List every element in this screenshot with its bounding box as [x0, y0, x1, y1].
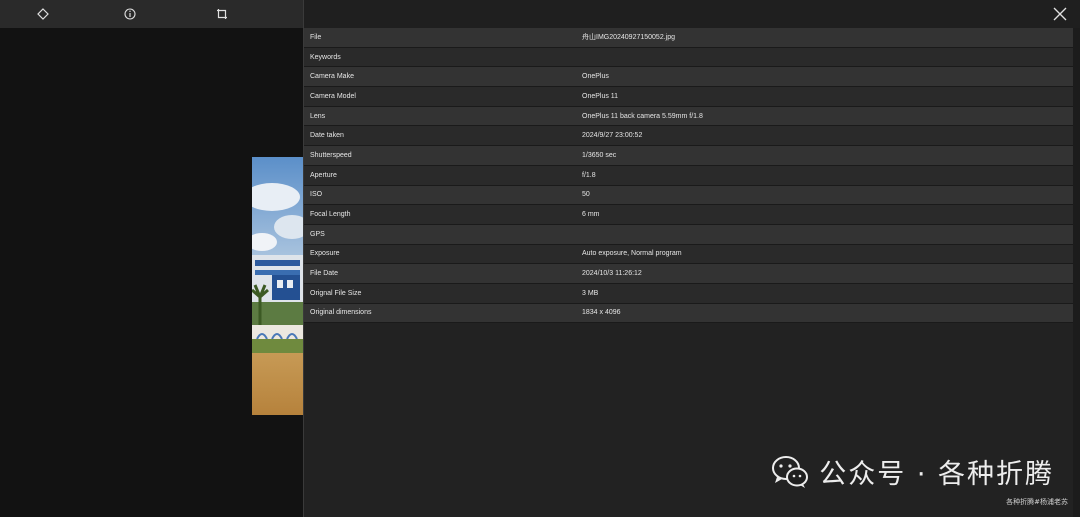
exif-key: Orignal File Size — [310, 289, 362, 297]
table-row: File Date 2024/10/3 11:26:12 — [304, 264, 1073, 284]
crop-icon[interactable] — [212, 4, 232, 24]
exif-key: Shutterspeed — [310, 151, 352, 159]
close-icon[interactable] — [1052, 6, 1068, 22]
exif-key: Exposure — [310, 250, 340, 258]
exif-key: Camera Make — [310, 73, 354, 81]
table-row: Original dimensions 1834 x 4096 — [304, 303, 1073, 324]
exif-key: File — [310, 33, 322, 41]
exif-value: 2024/9/27 23:00:52 — [582, 132, 643, 140]
exif-key: ISO — [310, 191, 323, 199]
app-window: File 舟山IMG20240927150052.jpg Keywords Camer… — [0, 0, 1080, 517]
exif-key: Focal Length — [310, 211, 351, 219]
table-row: File 舟山IMG20240927150052.jpg — [304, 28, 1073, 48]
exif-value: f/1.8 — [582, 171, 596, 179]
table-row: Exposure Auto exposure, Normal program — [304, 244, 1073, 265]
table-row: ISO 50 — [304, 185, 1073, 206]
exif-key: File Date — [310, 270, 339, 278]
exif-value: OnePlus 11 back camera 5.59mm f/1.8 — [582, 112, 703, 120]
exif-value: 3 MB — [582, 289, 599, 297]
table-row: Focal Length 6 mm — [304, 205, 1073, 225]
wechat-icon — [772, 455, 809, 488]
exif-value: 1/3650 sec — [582, 151, 617, 159]
exif-key: Date taken — [310, 132, 344, 140]
table-row: GPS — [304, 224, 1073, 245]
exif-key: Keywords — [310, 53, 341, 61]
table-row: Camera Make OnePlus — [304, 67, 1073, 88]
table-row: Date taken 2024/9/27 23:00:52 — [304, 126, 1073, 147]
diamond-icon[interactable] — [33, 4, 53, 24]
image-viewer — [0, 0, 303, 517]
info-icon[interactable] — [120, 4, 140, 24]
photo-preview — [252, 157, 303, 415]
exif-value: 1834 x 4096 — [582, 309, 621, 317]
scrollbar[interactable] — [1073, 28, 1080, 517]
table-row: Keywords — [304, 47, 1073, 68]
exif-value: Auto exposure, Normal program — [582, 250, 682, 258]
exif-value: 6 mm — [582, 211, 600, 219]
table-row: Aperture f/1.8 — [304, 165, 1073, 186]
watermark: 公众号 · 各种折腾 — [771, 452, 1054, 491]
table-row: Lens OnePlus 11 back camera 5.59mm f/1.8 — [304, 106, 1073, 127]
exif-key: Original dimensions — [310, 309, 372, 317]
exif-value: OnePlus — [582, 73, 609, 81]
exif-value: 2024/10/3 11:26:12 — [582, 270, 642, 278]
exif-value: OnePlus 11 — [582, 92, 619, 100]
viewer-toolbar — [0, 0, 303, 28]
exif-key: GPS — [310, 230, 325, 238]
watermark-subtext: 各种折腾#杨浦老苏 — [1006, 498, 1068, 506]
info-panel-header — [304, 0, 1080, 28]
table-row: Camera Model OnePlus 11 — [304, 87, 1073, 107]
table-row: Orignal File Size 3 MB — [304, 283, 1073, 304]
exif-value: 50 — [582, 191, 590, 199]
table-row: Shutterspeed 1/3650 sec — [304, 146, 1073, 166]
exif-key: Camera Model — [310, 92, 356, 100]
exif-key: Aperture — [310, 171, 337, 179]
exif-value: 舟山IMG20240927150052.jpg — [582, 34, 676, 42]
exif-key: Lens — [310, 112, 326, 120]
exif-table: File 舟山IMG20240927150052.jpg Keywords Camer… — [304, 28, 1073, 324]
info-panel: File 舟山IMG20240927150052.jpg Keywords Camer… — [303, 0, 1080, 517]
watermark-text: 公众号 · 各种折腾 — [819, 459, 1054, 490]
